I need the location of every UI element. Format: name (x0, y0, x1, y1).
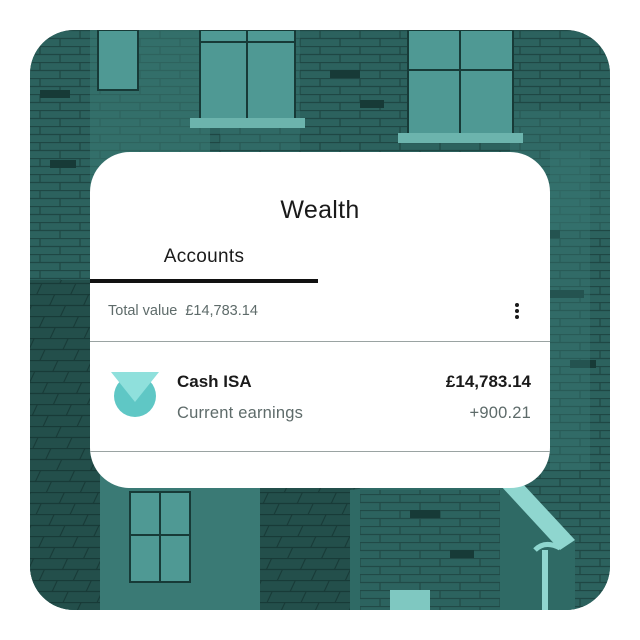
card-title: Wealth (280, 196, 360, 224)
tab-accounts[interactable]: Accounts (90, 246, 318, 268)
cash-isa-icon (111, 372, 159, 417)
account-earnings-label: Current earnings (177, 404, 304, 422)
more-dot (515, 315, 519, 319)
total-value-amount: £14,783.14 (185, 303, 258, 319)
account-earnings-value: +900.21 (469, 404, 531, 422)
divider (90, 451, 550, 452)
more-dot (515, 303, 519, 307)
total-value-label: Total value (108, 303, 178, 319)
more-dot (515, 309, 519, 313)
more-vertical-icon[interactable] (506, 298, 528, 324)
account-amount: £14,783.14 (445, 372, 531, 391)
account-name: Cash ISA (177, 372, 252, 391)
total-value-row: Total value £14,783.14 (108, 303, 258, 319)
wealth-card: Wealth Accounts Total value £14,783.14 Ca… (90, 152, 550, 488)
active-tab-indicator (90, 279, 318, 283)
account-row-cash-isa[interactable]: Cash ISA Current earnings £14,783.14 +90… (90, 342, 550, 452)
